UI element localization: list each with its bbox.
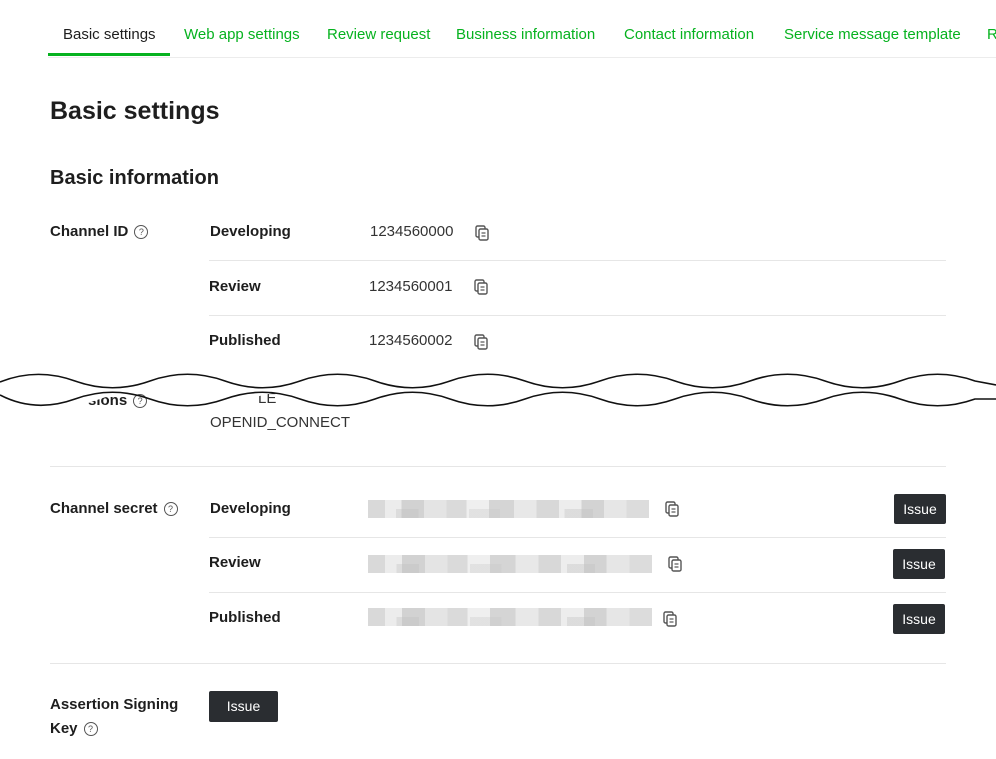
- redacted-secret-value: [368, 555, 652, 573]
- assertion-signing-key-label: Assertion Signing Key?: [50, 693, 178, 741]
- channel-id-value-review: 1234560001: [369, 278, 453, 295]
- row-divider: [209, 592, 946, 593]
- section-title: Basic information: [50, 167, 219, 189]
- issue-button-developing[interactable]: Issue: [894, 494, 946, 524]
- assertion-signing-key-label-line1: Assertion Signing: [50, 696, 179, 713]
- channel-secret-env-published: Published: [209, 609, 281, 626]
- channel-secret-env-review: Review: [209, 554, 261, 571]
- tab-contact-information[interactable]: Contact information: [624, 26, 754, 43]
- row-divider: [209, 537, 946, 538]
- question-circle-icon[interactable]: ?: [83, 722, 98, 736]
- channel-secret-label-text: Channel secret: [50, 500, 158, 517]
- issue-button-published[interactable]: Issue: [893, 604, 945, 634]
- tab-web-app-settings[interactable]: Web app settings: [184, 26, 300, 43]
- copy-icon[interactable]: [474, 334, 488, 350]
- redacted-secret-value: [368, 500, 649, 518]
- tab-business-information[interactable]: Business information: [456, 26, 595, 43]
- redacted-secret-value: [368, 608, 652, 626]
- tab-review-request[interactable]: Review request: [327, 26, 430, 43]
- assertion-key-issue-button[interactable]: Issue: [209, 691, 278, 722]
- wavy-break-divider: [0, 373, 996, 407]
- channel-secret-label: Channel secret?: [50, 497, 178, 521]
- tab-bar: Basic settings Web app settings Review r…: [48, 0, 996, 58]
- channel-id-env-review: Review: [209, 278, 261, 295]
- channel-id-env-published: Published: [209, 332, 281, 349]
- tab-service-message-template[interactable]: Service message template: [784, 26, 961, 43]
- tab-basic-settings[interactable]: Basic settings: [63, 26, 156, 43]
- issue-button-review[interactable]: Issue: [893, 549, 945, 579]
- channel-id-env-developing: Developing: [210, 223, 291, 240]
- copy-icon[interactable]: [668, 556, 682, 572]
- permissions-value-openid: OPENID_CONNECT: [210, 414, 351, 431]
- section-divider: [50, 466, 946, 467]
- channel-id-label: Channel ID?: [50, 220, 149, 244]
- channel-id-value-developing: 1234560000: [370, 223, 454, 240]
- copy-icon[interactable]: [663, 611, 677, 627]
- copy-icon[interactable]: [474, 279, 488, 295]
- active-tab-indicator: [48, 53, 170, 56]
- channel-secret-env-developing: Developing: [210, 500, 291, 517]
- copy-icon[interactable]: [665, 501, 679, 517]
- row-divider: [209, 260, 946, 261]
- assertion-signing-key-label-line2-wrap: Key?: [50, 717, 178, 741]
- channel-id-label-text: Channel ID: [50, 223, 129, 240]
- section-divider: [50, 663, 946, 664]
- copy-icon[interactable]: [475, 225, 489, 241]
- tab-truncated[interactable]: R: [987, 26, 996, 43]
- row-divider: [209, 315, 946, 316]
- question-circle-icon[interactable]: ?: [163, 502, 178, 516]
- assertion-signing-key-label-line2: Key: [50, 720, 78, 737]
- page-title: Basic settings: [50, 97, 220, 125]
- question-circle-icon[interactable]: ?: [134, 225, 149, 239]
- channel-id-value-published: 1234560002: [369, 332, 453, 349]
